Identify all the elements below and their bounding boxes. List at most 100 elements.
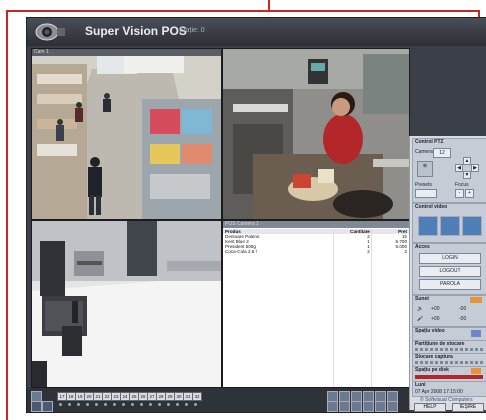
channel-indicator-dot <box>149 403 152 406</box>
login-button[interactable]: LOGIN <box>419 253 481 264</box>
column-divider <box>371 229 372 387</box>
clock-title: Luni <box>415 382 426 388</box>
video-controls-title: Control video <box>415 204 448 210</box>
tool-icon-7[interactable] <box>327 401 338 412</box>
camera-logo-icon <box>35 23 65 41</box>
channel-indicator-dot <box>104 403 107 406</box>
access-title: Acces <box>415 244 430 250</box>
snapshot-icon[interactable] <box>440 216 460 236</box>
camera-feed-3[interactable] <box>31 220 222 388</box>
disk-space-section: Spațiu pe disk <box>412 366 486 382</box>
channel-indicator-dot <box>185 403 188 406</box>
audio-in-value: +00 <box>431 306 440 312</box>
product-cell: Coca-Cola 2.5 l <box>225 249 257 254</box>
clock-section: Luni 07 Apr 2008 17:15:00 <box>412 381 486 397</box>
presets-label: Presets <box>415 182 432 188</box>
ptz-zoom-icon[interactable]: ⊕ <box>417 161 433 177</box>
channel-indicator-dot <box>194 403 197 406</box>
ptz-down-icon[interactable]: ▼ <box>463 171 471 179</box>
tool-icon-10[interactable] <box>363 401 374 412</box>
video-controls-section: Control video <box>412 203 486 243</box>
password-button[interactable]: PAROLA <box>419 279 481 290</box>
tool-icon-11[interactable] <box>375 401 386 412</box>
ptz-right-icon[interactable]: ▶ <box>471 164 479 172</box>
disk-space-title: Spațiu pe disk <box>415 367 449 373</box>
prev-icon[interactable] <box>31 401 42 412</box>
table-row[interactable]: Coca-Cola 2.5 l 2 2 <box>223 249 409 254</box>
partition-title: Partițiune de stocare <box>415 341 465 347</box>
ptz-left-icon[interactable]: ◀ <box>455 164 463 172</box>
frame-line-stub <box>268 0 270 12</box>
focus-plus-button[interactable]: + <box>465 189 474 198</box>
audio-in-value-2: -00 <box>459 306 467 312</box>
channel-indicator-dot <box>95 403 98 406</box>
ptz-up-icon[interactable]: ▲ <box>463 157 471 165</box>
channel-indicator-dot <box>113 403 116 406</box>
column-divider <box>333 229 334 387</box>
recording-section: Spațiu video <box>412 327 486 341</box>
feed-1-label-bar: Cam 1 <box>32 49 221 56</box>
record-icon[interactable] <box>418 216 438 236</box>
channel-indicator-dot <box>176 403 179 406</box>
feed-1-label: Cam 1 <box>34 49 49 55</box>
pos-receipt-panel: POS Camera 1 Produs Cantitate Pret Dento… <box>222 220 410 388</box>
capture-storage-title: Stocare captura <box>415 354 453 360</box>
audio-settings-icon[interactable] <box>470 297 482 303</box>
audio-out-value: +00 <box>431 316 440 322</box>
exit-button[interactable]: IEȘIRE <box>452 403 484 412</box>
channel-button[interactable]: 32 <box>192 392 202 401</box>
quantity-cell: 2 <box>367 249 370 254</box>
partition-bar <box>415 348 483 351</box>
app-title: Super Vision POS <box>85 24 187 38</box>
pos-panel-title: POS Camera 1 <box>225 221 259 227</box>
camera-feed-1[interactable]: Cam 1 <box>31 48 222 220</box>
audio-section: Sunet 🔊 +00 -00 🎤 +00 -00 <box>412 295 486 327</box>
presets-select[interactable] <box>415 189 437 198</box>
channel-indicator-dot <box>158 403 161 406</box>
microphone-icon: 🎤 <box>417 316 424 322</box>
recording-icon[interactable] <box>471 330 481 337</box>
tool-icon-9[interactable] <box>351 401 362 412</box>
pos-table: Produs Cantitate Pret Dentoare Paleno 2 … <box>223 229 409 254</box>
camera-feed-2-image <box>223 49 409 219</box>
camera-label: Camera <box>415 149 433 155</box>
channel-indicator-dot <box>140 403 143 406</box>
camera-select[interactable]: 12 <box>433 148 451 158</box>
ptz-section: Control PTZ Camera 12 ▲ ◀ ▶ ▼ ⊕ Presets … <box>412 138 486 203</box>
speaker-icon: 🔊 <box>417 306 424 312</box>
focus-minus-button[interactable]: - <box>455 189 464 198</box>
audio-title: Sunet <box>415 296 429 302</box>
audio-out-value-2: -00 <box>459 316 467 322</box>
disk-settings-icon[interactable] <box>471 368 481 374</box>
bottom-toolbar: 17 18 19 20 21 22 23 24 25 26 27 28 29 30 31 32 <box>27 388 409 412</box>
ptz-title: Control PTZ <box>415 139 444 145</box>
tool-icon-8[interactable] <box>339 401 350 412</box>
next-icon[interactable] <box>42 401 53 412</box>
logout-button[interactable]: LOGOUT <box>419 266 481 277</box>
camera-feed-2[interactable] <box>222 48 410 220</box>
channel-indicator-dot <box>68 403 71 406</box>
channel-indicator-dot <box>77 403 80 406</box>
partition-section: Partițiune de stocare <box>412 340 486 354</box>
app-window: Super Vision POS Stație: 0 Cam 1 POS Cam… <box>26 17 486 413</box>
disk-space-bar <box>415 375 483 379</box>
station-status: Stație: 0 <box>179 27 205 34</box>
channel-indicator-dot <box>59 403 62 406</box>
channel-indicator-dot <box>122 403 125 406</box>
channel-indicator-dot <box>86 403 89 406</box>
frame-line-left <box>6 10 8 420</box>
focus-label: Focus <box>455 182 469 188</box>
clock-value: 07 Apr 2008 17:15:00 <box>415 389 463 395</box>
tool-icon-12[interactable] <box>387 401 398 412</box>
playback-icon[interactable] <box>462 216 482 236</box>
access-section: Acces LOGIN LOGOUT PAROLA <box>412 243 486 295</box>
camera-feed-3-image <box>32 221 221 387</box>
camera-feed-1-image <box>32 49 221 219</box>
channel-indicator-dot <box>131 403 134 406</box>
price-cell: 2 <box>404 249 407 254</box>
pos-panel-title-bar: POS Camera 1 <box>223 221 409 228</box>
control-panel: Control PTZ Camera 12 ▲ ◀ ▶ ▼ ⊕ Presets … <box>409 136 486 412</box>
help-button[interactable]: HELP <box>414 403 446 412</box>
channel-indicator-dot <box>167 403 170 406</box>
recording-title: Spațiu video <box>415 328 445 334</box>
